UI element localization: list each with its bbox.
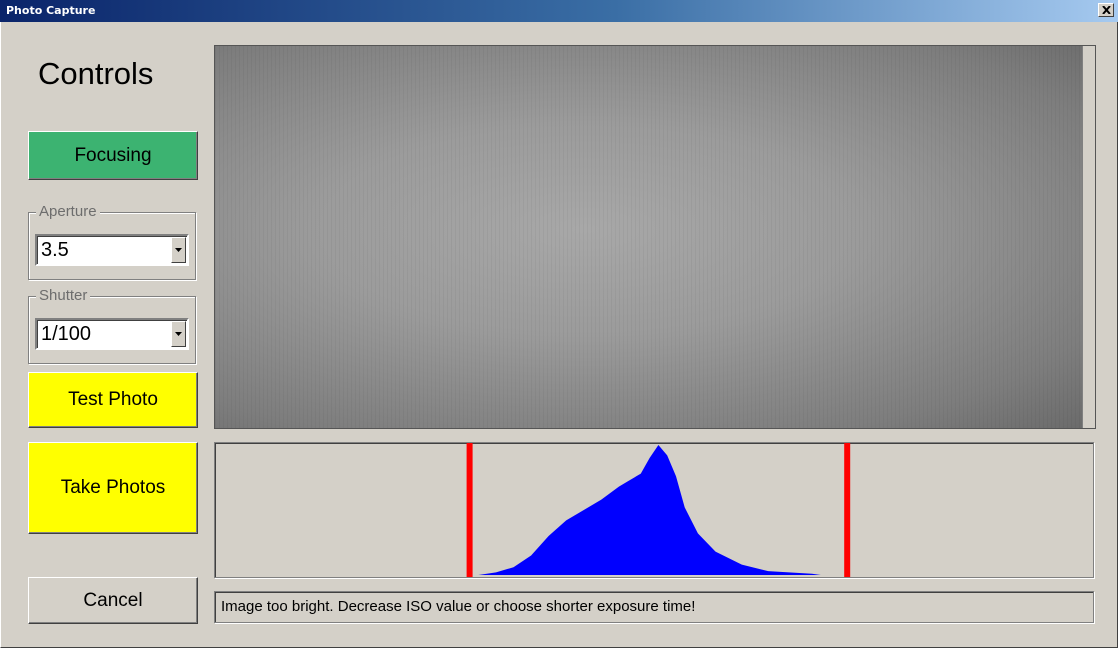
focusing-button[interactable]: Focusing <box>28 131 198 180</box>
shutter-dropdown-button[interactable] <box>171 321 186 347</box>
histogram-lower-limit-marker <box>466 443 473 577</box>
aperture-value: 3.5 <box>41 239 69 261</box>
shutter-label: Shutter <box>36 287 91 304</box>
chevron-down-icon <box>175 332 182 336</box>
close-icon <box>1101 6 1111 14</box>
aperture-group: Aperture 3.5 <box>28 203 196 280</box>
preview-scanlines <box>215 46 1095 428</box>
shutter-select[interactable]: 1/100 <box>35 318 189 350</box>
status-message: Image too bright. Decrease ISO value or … <box>221 598 696 615</box>
histogram-curve <box>478 445 821 575</box>
close-button[interactable] <box>1098 3 1114 17</box>
histogram-panel <box>214 442 1094 578</box>
preview-scrollbar[interactable] <box>1082 46 1095 428</box>
test-photo-button[interactable]: Test Photo <box>28 372 198 428</box>
histogram-graph <box>466 443 851 577</box>
window-title: Photo Capture <box>6 4 96 17</box>
camera-preview <box>214 45 1096 429</box>
controls-heading: Controls <box>38 56 154 91</box>
aperture-dropdown-button[interactable] <box>171 237 186 263</box>
cancel-button[interactable]: Cancel <box>28 577 198 624</box>
shutter-value: 1/100 <box>41 323 92 345</box>
aperture-select[interactable]: 3.5 <box>35 234 189 266</box>
title-bar: Photo Capture <box>0 0 1118 22</box>
aperture-label: Aperture <box>36 203 100 220</box>
take-photos-button[interactable]: Take Photos <box>28 442 198 534</box>
shutter-group: Shutter 1/100 <box>28 287 196 364</box>
chevron-down-icon <box>175 248 182 252</box>
histogram-upper-limit-marker <box>844 443 851 577</box>
status-bar: Image too bright. Decrease ISO value or … <box>214 591 1094 623</box>
